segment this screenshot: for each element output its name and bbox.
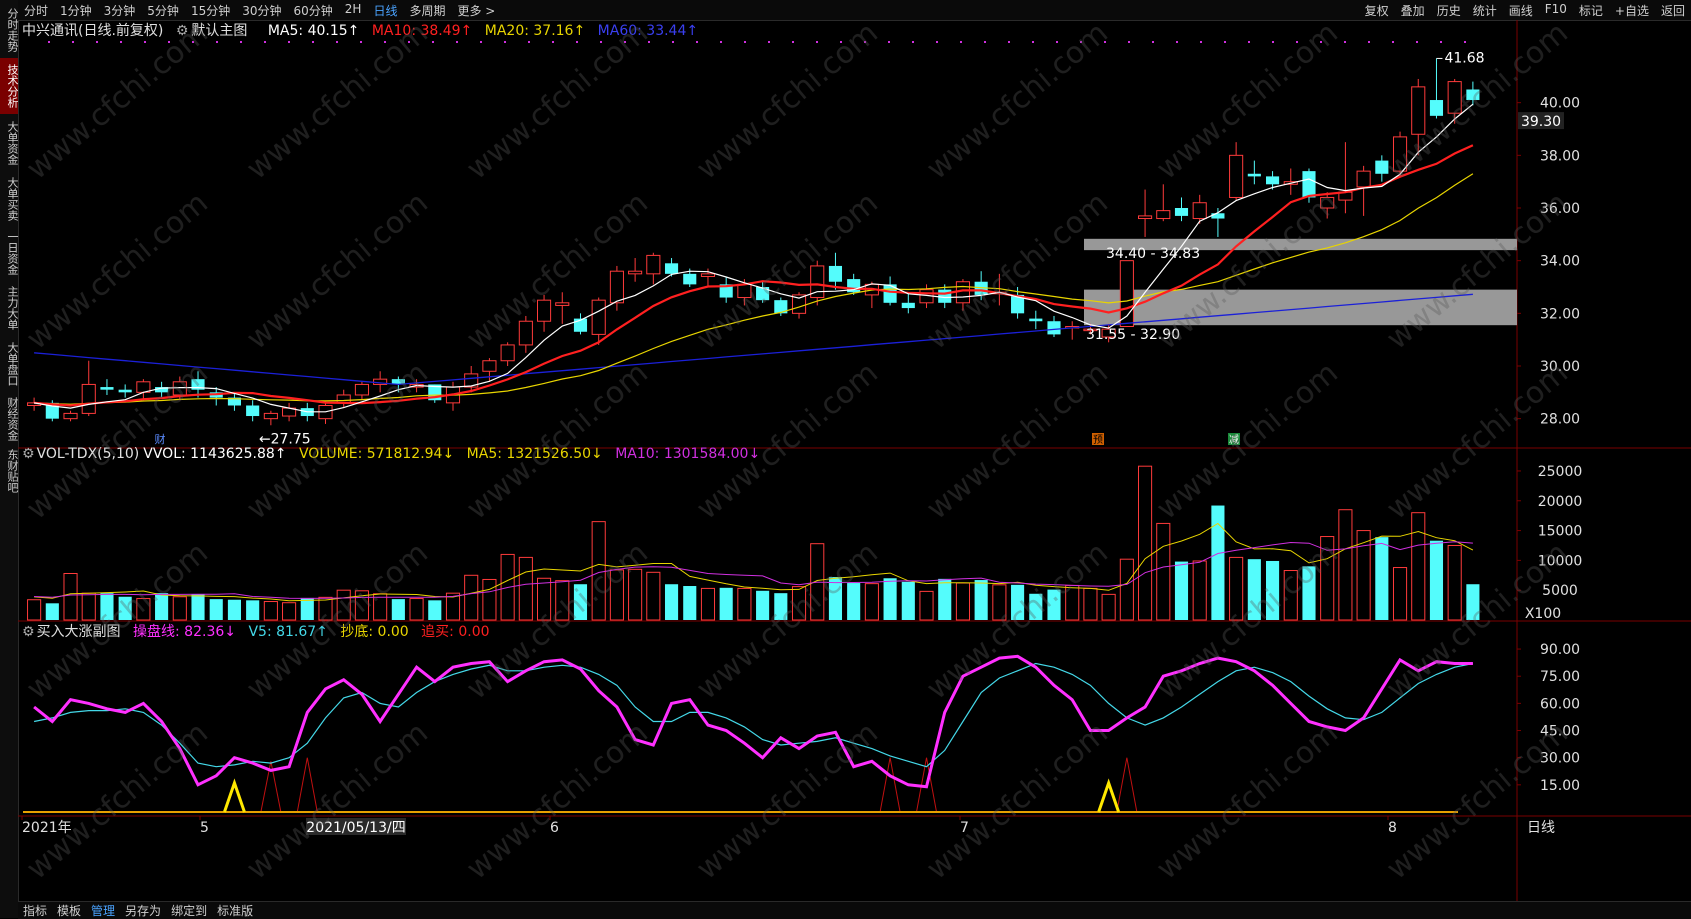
watermark: www.cfchi.com — [460, 185, 655, 357]
watermark: www.cfchi.com — [920, 535, 1115, 707]
watermark: www.cfchi.com — [20, 535, 215, 707]
watermark: www.cfchi.com — [240, 185, 435, 357]
watermark: www.cfchi.com — [1380, 355, 1575, 527]
watermark: www.cfchi.com — [460, 715, 655, 887]
watermark: www.cfchi.com — [690, 15, 885, 187]
watermark: www.cfchi.com — [460, 535, 655, 707]
watermark: www.cfchi.com — [240, 535, 435, 707]
watermark: www.cfchi.com — [240, 15, 435, 187]
watermark: www.cfchi.com — [1150, 15, 1345, 187]
watermark: www.cfchi.com — [20, 715, 215, 887]
watermark: www.cfchi.com — [1380, 535, 1575, 707]
watermark: www.cfchi.com — [460, 15, 655, 187]
watermark: www.cfchi.com — [20, 355, 215, 527]
watermark: www.cfchi.com — [240, 715, 435, 887]
watermark: www.cfchi.com — [920, 715, 1115, 887]
watermark: www.cfchi.com — [1380, 715, 1575, 887]
watermark: www.cfchi.com — [690, 715, 885, 887]
watermark: www.cfchi.com — [1380, 15, 1575, 187]
watermark: www.cfchi.com — [240, 355, 435, 527]
watermark: www.cfchi.com — [690, 355, 885, 527]
watermark: www.cfchi.com — [920, 355, 1115, 527]
watermark: www.cfchi.com — [690, 535, 885, 707]
watermark: www.cfchi.com — [20, 185, 215, 357]
watermark: www.cfchi.com — [920, 185, 1115, 357]
watermark: www.cfchi.com — [20, 15, 215, 187]
watermark: www.cfchi.com — [1380, 185, 1575, 357]
watermark: www.cfchi.com — [1150, 185, 1345, 357]
watermark: www.cfchi.com — [1150, 715, 1345, 887]
watermark: www.cfchi.com — [920, 15, 1115, 187]
watermark: www.cfchi.com — [1150, 355, 1345, 527]
watermark-layer: www.cfchi.com www.cfchi.com www.cfchi.com w… — [0, 0, 1691, 918]
watermark: www.cfchi.com — [690, 185, 885, 357]
watermark: www.cfchi.com — [460, 355, 655, 527]
watermark: www.cfchi.com — [1150, 535, 1345, 707]
